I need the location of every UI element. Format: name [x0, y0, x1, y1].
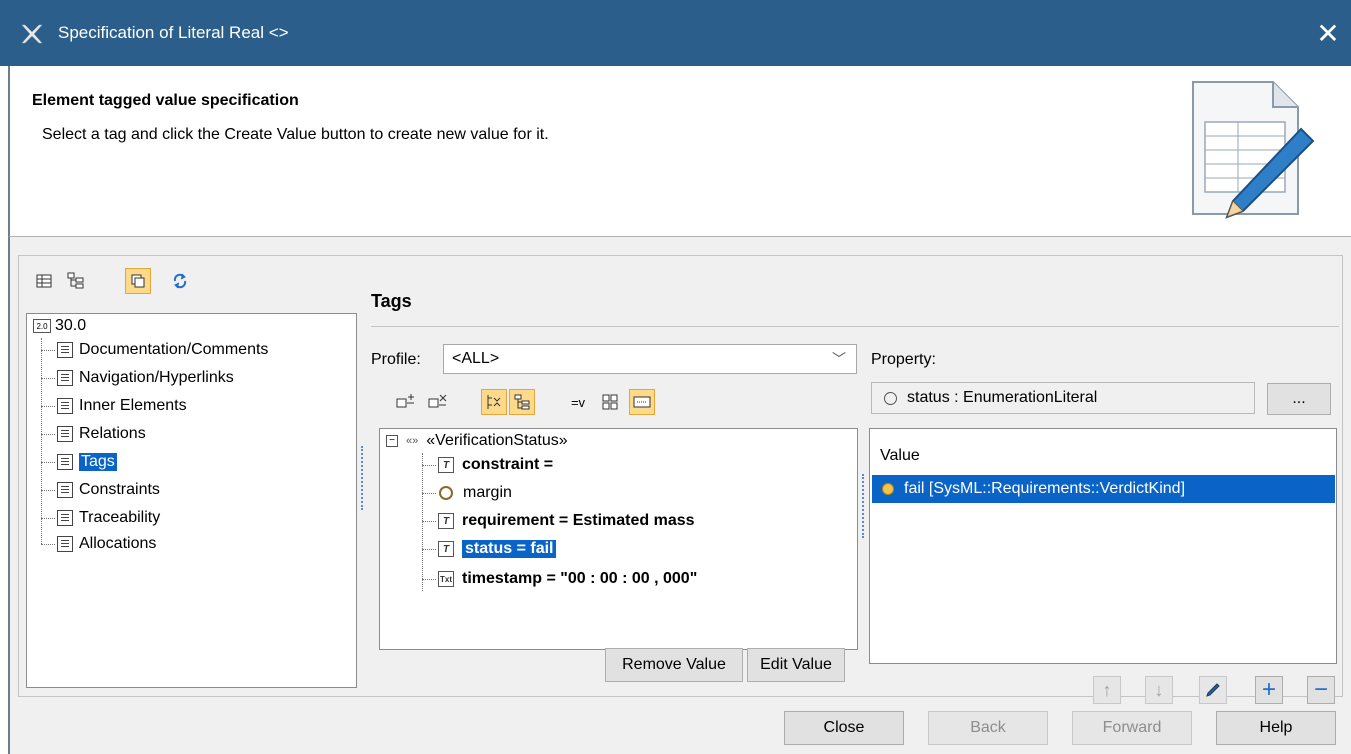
page-icon: [57, 342, 73, 358]
dialog-body: 2.0 30.0 Documentation/Comments Navigati…: [8, 236, 1351, 754]
section-title: Tags: [371, 291, 412, 311]
page-icon: [57, 370, 73, 386]
window-title: Specification of Literal Real <>: [58, 23, 289, 42]
tag-value-icon: T: [438, 513, 454, 529]
profile-value: <ALL>: [452, 350, 500, 367]
tag-row-margin[interactable]: margin: [438, 481, 512, 505]
tag-row-constraint[interactable]: Tconstraint =: [438, 453, 553, 477]
page-icon: [57, 426, 73, 442]
tag-value-icon: T: [438, 457, 454, 473]
sidebar-item-allocations[interactable]: Allocations: [57, 532, 156, 556]
enum-literal-icon: [882, 483, 894, 495]
header-description: Select a tag and click the Create Value …: [42, 126, 549, 143]
help-button[interactable]: Help: [1216, 711, 1336, 745]
table-view-icon[interactable]: [31, 268, 57, 294]
grid-icon[interactable]: [597, 389, 623, 415]
property-circle-icon: [439, 486, 453, 500]
left-splitter[interactable]: [361, 446, 363, 510]
move-down-button[interactable]: ↓: [1145, 676, 1173, 704]
sidebar-item-traceability[interactable]: Traceability: [57, 506, 160, 530]
pencil-icon: [1206, 683, 1220, 697]
stereotype-node[interactable]: − «» «VerificationStatus»: [386, 429, 568, 453]
sidebar-item-inner-elements[interactable]: Inner Elements: [57, 394, 187, 418]
expand-all-icon[interactable]: [481, 389, 507, 415]
navigation-tree[interactable]: 2.0 30.0 Documentation/Comments Navigati…: [26, 313, 357, 688]
value-column-header: Value: [880, 447, 920, 464]
collapse-icon[interactable]: −: [386, 435, 398, 447]
sidebar-item-relations[interactable]: Relations: [57, 422, 146, 446]
remove-value-icon[interactable]: [425, 389, 451, 415]
property-circle-icon: [884, 391, 897, 405]
property-label: Property:: [871, 351, 936, 368]
sidebar-item-tags[interactable]: Tags: [57, 450, 117, 474]
section-divider: [371, 326, 1339, 327]
sidebar-item-constraints[interactable]: Constraints: [57, 478, 160, 502]
page-icon: [57, 482, 73, 498]
close-window-button[interactable]: ✕: [1308, 14, 1348, 54]
tree-root[interactable]: 2.0 30.0: [33, 314, 86, 338]
compartment-icon[interactable]: [629, 389, 655, 415]
tag-row-timestamp[interactable]: Txt timestamp = "00 : 00 : 00 , 000": [438, 567, 697, 591]
tree-root-label: 30.0: [55, 317, 87, 334]
sidebar-item-navigation[interactable]: Navigation/Hyperlinks: [57, 366, 234, 390]
value-list[interactable]: Value fail [SysML::Requirements::Verdict…: [869, 428, 1337, 664]
document-pencil-icon: [1192, 81, 1315, 219]
profile-dropdown[interactable]: <ALL> ﹀: [443, 344, 857, 374]
refresh-icon[interactable]: [167, 268, 193, 294]
forward-button[interactable]: Forward: [1072, 711, 1192, 745]
move-up-button[interactable]: ↑: [1093, 676, 1121, 704]
tree-structure-icon[interactable]: [509, 389, 535, 415]
back-button[interactable]: Back: [928, 711, 1048, 745]
specification-panel: 2.0 30.0 Documentation/Comments Navigati…: [18, 255, 1343, 704]
app-logo-icon: [21, 24, 43, 44]
copy-icon[interactable]: [125, 268, 151, 294]
page-icon: [57, 454, 73, 470]
property-value: status : EnumerationLiteral: [907, 389, 1098, 406]
tag-value-icon: T: [438, 541, 454, 557]
stereotype-label: «VerificationStatus»: [426, 432, 568, 449]
stereotype-icon: «»: [406, 435, 419, 447]
middle-splitter[interactable]: [862, 474, 864, 538]
page-icon: [57, 398, 73, 414]
browse-button[interactable]: ...: [1267, 383, 1331, 415]
create-value-icon[interactable]: [393, 389, 419, 415]
literal-real-icon: 2.0: [33, 319, 51, 333]
property-field: status : EnumerationLiteral: [871, 382, 1255, 414]
edit-value-button[interactable]: Edit Value: [747, 648, 845, 682]
value-row-selected[interactable]: fail [SysML::Requirements::VerdictKind]: [872, 475, 1335, 503]
equals-value-icon[interactable]: =v: [565, 389, 591, 415]
header-title: Element tagged value specification: [32, 92, 299, 109]
title-bar: Specification of Literal Real <> ✕: [0, 0, 1351, 66]
page-icon: [57, 510, 73, 526]
profile-label: Profile:: [371, 351, 421, 368]
remove-value-button[interactable]: Remove Value: [605, 648, 743, 682]
add-value-button[interactable]: +: [1255, 676, 1283, 704]
page-icon: [57, 536, 73, 552]
sidebar-item-documentation[interactable]: Documentation/Comments: [57, 338, 268, 362]
tag-row-requirement[interactable]: Trequirement = Estimated mass: [438, 509, 695, 533]
tags-tree[interactable]: − «» «VerificationStatus» Tconstraint = …: [379, 428, 858, 650]
dialog-header: Element tagged value specification Selec…: [8, 66, 1351, 236]
chevron-down-icon: ﹀: [832, 351, 846, 367]
tag-row-status[interactable]: Tstatus = fail: [438, 537, 557, 561]
text-icon: Txt: [438, 571, 454, 587]
remove-value-small-button[interactable]: −: [1307, 676, 1335, 704]
edit-pencil-button[interactable]: [1199, 676, 1227, 704]
tree-view-icon[interactable]: [63, 268, 89, 294]
close-button[interactable]: Close: [784, 711, 904, 745]
